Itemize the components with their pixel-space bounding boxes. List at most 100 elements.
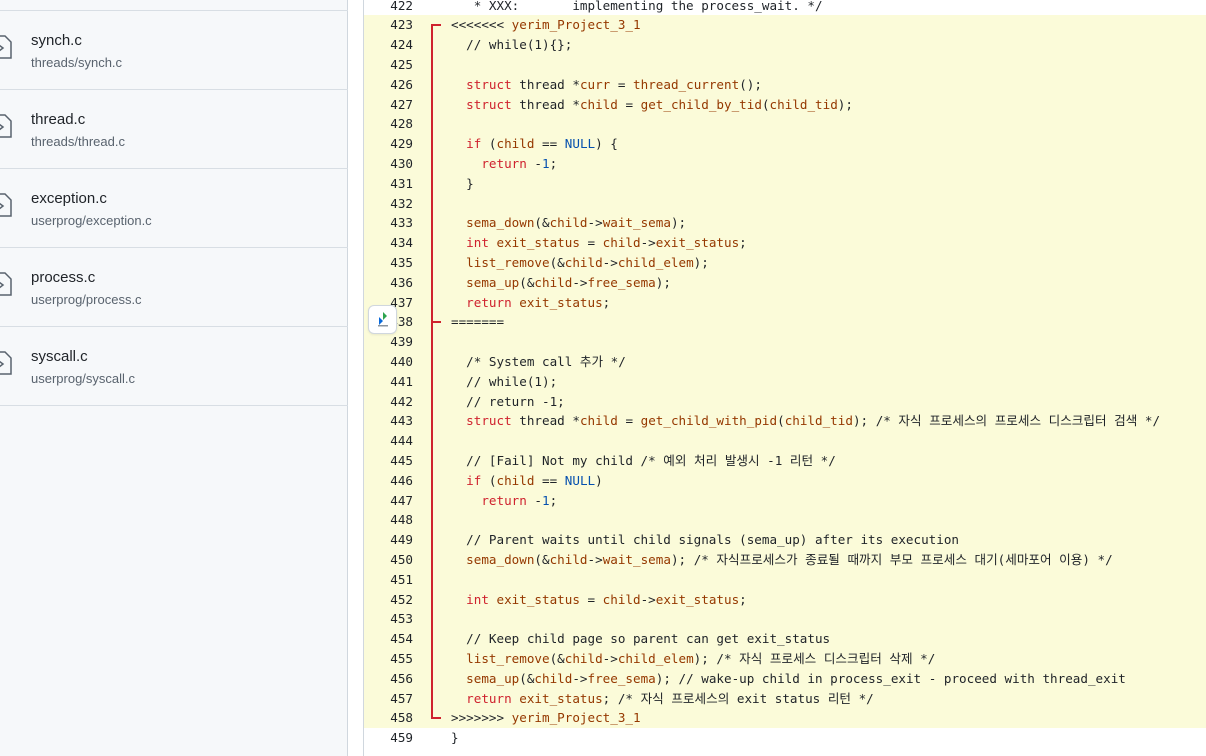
code-line: 444 [364,431,1206,451]
line-content: // Keep child page so parent can get exi… [449,629,1206,649]
file-item-thread[interactable]: thread.c threads/thread.c [0,90,348,169]
line-number[interactable]: 440 [390,352,413,372]
line-number[interactable]: 443 [390,411,413,431]
line-gutter: 433 [364,213,449,234]
file-path: userprog/syscall.c [31,371,136,386]
line-number[interactable]: 435 [390,253,413,273]
line-content: sema_down(&child->wait_sema); [449,213,1206,234]
line-content: ======= [449,312,1206,333]
code-text: if (child == NULL) { [466,136,618,152]
code-line: 436 sema_up(&child->free_sema); [364,272,1206,293]
code-line: 424 // while(1){}; [364,35,1206,55]
line-content: * XXX: implementing the process_wait. */ [449,0,1206,16]
line-number[interactable]: 457 [390,689,413,709]
line-content: // while(1){}; [449,35,1206,55]
line-number[interactable]: 444 [390,431,413,451]
file-item-process[interactable]: process.c userprog/process.c [0,248,348,327]
code-line: 457 return exit_status; /* 자식 프로세스의 exit… [364,688,1206,709]
code-text: struct thread *curr = thread_current(); [466,76,762,92]
code-text: * XXX: implementing the process_wait. */ [451,0,823,13]
code-line: 433 sema_down(&child->wait_sema); [364,213,1206,234]
file-path: threads/synch.c [31,55,123,70]
file-item-syscall[interactable]: syscall.c userprog/syscall.c [0,327,348,406]
line-number[interactable]: 459 [390,728,413,748]
line-content: struct thread *child = get_child_by_tid(… [449,94,1206,115]
line-content [449,510,1206,531]
line-content: /* System call 추가 */ [449,352,1206,372]
line-number[interactable]: 448 [390,510,413,530]
line-number[interactable]: 427 [390,95,413,115]
line-number[interactable]: 454 [390,629,413,649]
code-text: struct thread *child = get_child_by_tid(… [466,96,853,112]
line-number[interactable]: 430 [390,154,413,174]
line-number[interactable]: 453 [390,609,413,629]
line-content: list_remove(&child->child_elem); /* 자식 프… [449,649,1206,669]
line-content: return -1; [449,154,1206,174]
line-gutter: 435 [364,253,449,273]
line-number[interactable]: 445 [390,451,413,471]
code-text: // while(1); [466,373,558,389]
line-number[interactable]: 455 [390,649,413,669]
line-content [449,332,1206,352]
code-line: 426 struct thread *curr = thread_current… [364,74,1206,95]
line-content [449,193,1206,214]
line-number[interactable]: 446 [390,471,413,491]
line-number[interactable]: 442 [390,392,413,412]
line-number[interactable]: 424 [390,35,413,55]
file-name[interactable]: synch.c [31,32,82,49]
line-content [449,114,1206,135]
avatar-icon [378,312,388,327]
code-line: 438 ======= [364,312,1206,333]
line-number[interactable]: 458 [390,708,413,728]
line-number[interactable]: 423 [390,15,413,35]
line-number[interactable]: 449 [390,530,413,550]
line-gutter: 429 [364,134,449,154]
code-text: ======= [451,314,505,330]
code-line: 440 /* System call 추가 */ [364,352,1206,372]
code-text: /* System call 추가 */ [466,354,626,369]
code-line: 428 [364,114,1206,135]
line-number[interactable]: 452 [390,590,413,610]
code-line: 441 // while(1); [364,371,1206,392]
line-number[interactable]: 426 [390,75,413,95]
line-number[interactable]: 439 [390,332,413,352]
code-line: 422 * XXX: implementing the process_wait… [364,0,1206,16]
line-number[interactable]: 429 [390,134,413,154]
line-number[interactable]: 431 [390,174,413,194]
code-text: return exit_status; /* 자식 프로세스의 exit sta… [466,690,874,706]
avatar-button[interactable] [368,305,397,334]
line-number[interactable]: 428 [390,114,413,134]
line-number[interactable]: 436 [390,273,413,293]
conflict-marker-tick [431,321,441,324]
line-content: // Parent waits until child signals (sem… [449,530,1206,550]
line-number[interactable]: 433 [390,213,413,233]
line-number[interactable]: 425 [390,55,413,75]
line-number[interactable]: 447 [390,491,413,511]
line-gutter: 425 [364,55,449,75]
line-number[interactable]: 432 [390,194,413,214]
file-item-exception[interactable]: exception.c userprog/exception.c [0,169,348,248]
line-number[interactable]: 450 [390,550,413,570]
line-number[interactable]: 451 [390,570,413,590]
line-content: } [449,173,1206,194]
line-gutter: 436 [364,272,449,293]
file-name[interactable]: thread.c [31,111,85,128]
line-content: >>>>>>> yerim_Project_3_1 [449,708,1206,729]
line-content: // while(1); [449,371,1206,392]
line-gutter: 447 [364,490,449,511]
code-line: 449 // Parent waits until child signals … [364,530,1206,550]
conflict-marker-line [431,24,433,720]
code-text: list_remove(&child->child_elem); [466,255,709,270]
line-number[interactable]: 456 [390,669,413,689]
line-number[interactable]: 422 [390,0,413,15]
file-name[interactable]: exception.c [31,190,107,207]
line-number[interactable]: 434 [390,233,413,253]
code-line: 453 [364,609,1206,630]
line-number[interactable]: 441 [390,372,413,392]
file-name[interactable]: process.c [31,269,95,286]
line-content: sema_up(&child->free_sema); [449,272,1206,293]
line-gutter: 431 [364,173,449,194]
file-item-synch[interactable]: synch.c threads/synch.c [0,11,348,90]
file-name[interactable]: syscall.c [31,348,88,365]
line-gutter: 444 [364,431,449,451]
